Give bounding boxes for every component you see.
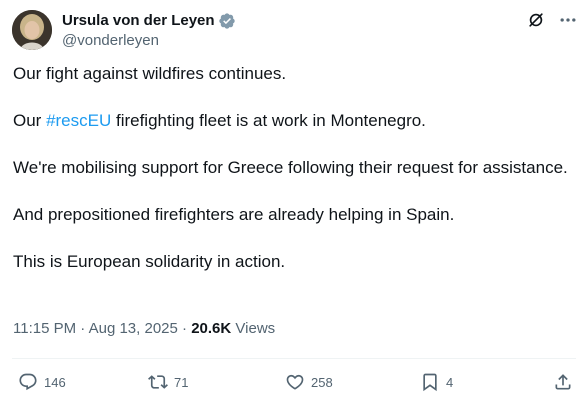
grok-icon[interactable] bbox=[526, 10, 546, 30]
views-count[interactable]: 20.6K bbox=[191, 320, 231, 337]
tweet-paragraph: And prepositioned firefighters are alrea… bbox=[13, 205, 455, 224]
repost-count: 71 bbox=[174, 374, 189, 390]
tweet-paragraph: Our fight against wildfires continues. bbox=[13, 64, 287, 83]
author-block: Ursula von der Leyen @vonderleyen bbox=[62, 11, 236, 50]
divider bbox=[12, 358, 576, 359]
reply-icon bbox=[18, 372, 38, 392]
more-icon[interactable] bbox=[558, 10, 578, 30]
heart-icon bbox=[285, 372, 305, 392]
tweet-paragraph: This is European solidarity in action. bbox=[13, 252, 286, 271]
text-segment: Our bbox=[13, 111, 47, 130]
top-actions bbox=[526, 10, 578, 30]
reply-button[interactable]: 146 bbox=[18, 372, 66, 392]
text-segment: firefighting fleet is at work in Montene… bbox=[111, 111, 426, 130]
repost-icon bbox=[148, 372, 168, 392]
views-label: Views bbox=[235, 320, 276, 337]
timestamp-date[interactable]: Aug 13, 2025 bbox=[89, 320, 178, 337]
tweet-paragraph: We're mobilising support for Greece foll… bbox=[13, 158, 568, 177]
tweet-paragraph: Our #rescEU firefighting fleet is at wor… bbox=[13, 109, 568, 133]
action-bar: 146 71 258 4 bbox=[0, 372, 588, 394]
timestamp-time[interactable]: 11:15 PM bbox=[13, 320, 76, 337]
avatar[interactable] bbox=[12, 10, 52, 50]
like-button[interactable]: 258 bbox=[285, 372, 333, 392]
bookmark-icon bbox=[420, 372, 440, 392]
hashtag-link[interactable]: #rescEU bbox=[46, 111, 111, 130]
reply-count: 146 bbox=[44, 374, 66, 390]
tweet-text: Our fight against wildfires continues. O… bbox=[13, 62, 568, 297]
share-icon bbox=[553, 372, 573, 392]
like-count: 258 bbox=[311, 374, 333, 390]
meta-separator: · bbox=[182, 320, 188, 337]
tweet-card: Ursula von der Leyen @vonderleyen Our fi… bbox=[0, 0, 588, 404]
share-button[interactable] bbox=[553, 372, 573, 392]
handle[interactable]: @vonderleyen bbox=[62, 31, 236, 50]
meta-separator: · bbox=[80, 320, 86, 337]
bookmark-button[interactable]: 4 bbox=[420, 372, 453, 392]
verified-badge-icon[interactable] bbox=[218, 12, 236, 30]
tweet-meta: 11:15 PM · Aug 13, 2025 · 20.6K Views bbox=[13, 320, 275, 337]
repost-button[interactable]: 71 bbox=[148, 372, 188, 392]
bookmark-count: 4 bbox=[446, 374, 454, 390]
display-name[interactable]: Ursula von der Leyen bbox=[62, 11, 215, 30]
